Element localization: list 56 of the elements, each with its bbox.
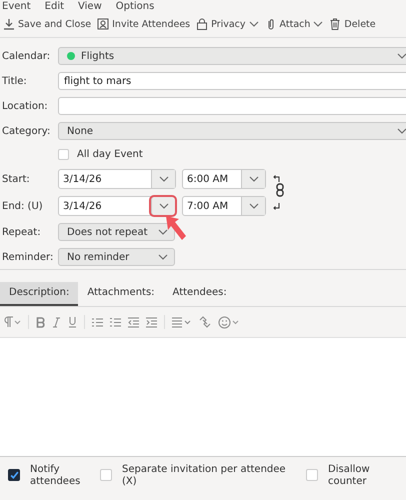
tab[interactable]: Description: [0, 282, 78, 306]
indent-icon[interactable] [146, 316, 157, 328]
checkbox-label: Disallow counter [328, 464, 371, 488]
bold-icon[interactable] [36, 316, 45, 328]
field-label: Title: [2, 76, 28, 86]
italic-icon[interactable] [52, 316, 61, 328]
chevron-down-icon [158, 254, 168, 260]
bullet-list-icon[interactable] [92, 316, 103, 328]
menu-item[interactable]: Event [2, 2, 31, 12]
return-arrow-icon [272, 202, 280, 210]
chevron-down-icon [397, 128, 406, 134]
outdent-icon[interactable] [128, 316, 139, 328]
chevron-down-icon [248, 21, 259, 27]
checkbox-label: Separate invitation per attendee (X) [122, 464, 287, 488]
underline-icon[interactable] [68, 316, 77, 328]
annotation-arrow [165, 215, 187, 241]
field-label: Location: [2, 100, 49, 112]
checkbox-label: All day Event [77, 149, 143, 160]
menu-item[interactable]: Options [116, 2, 154, 12]
field-label: Start: [2, 174, 31, 184]
calendar-dropdown[interactable]: Flights [58, 47, 406, 65]
checkbox[interactable] [8, 469, 20, 481]
lock-icon [196, 18, 208, 30]
checkbox-label: Notify attendees [30, 464, 82, 488]
chevron-down-icon [397, 53, 406, 59]
reminder-dropdown[interactable]: No reminder [58, 248, 175, 266]
toolbar-button[interactable]: Save and Close [2, 16, 92, 32]
chain-link-icon[interactable] [276, 183, 284, 197]
title-field[interactable]: flight to mars [58, 72, 406, 90]
toolbar-button[interactable]: Privacy [195, 16, 260, 32]
menu-item[interactable]: View [78, 2, 102, 12]
field-label: Category: [2, 126, 52, 136]
field-label: Reminder: [2, 252, 54, 262]
tab[interactable]: Attendees: [164, 282, 236, 306]
chevron-down-icon [313, 21, 324, 27]
trash-icon [329, 18, 342, 30]
field-label: End: (U) [2, 200, 44, 212]
link-icon[interactable] [199, 316, 211, 328]
toolbar-button[interactable]: Attach [264, 16, 324, 32]
contact-card-icon [97, 18, 110, 30]
category-dropdown[interactable]: None [58, 122, 406, 140]
download-icon [3, 18, 15, 30]
repeat-dropdown[interactable]: Does not repeat [58, 223, 175, 241]
numbered-list-icon[interactable] [110, 316, 121, 328]
emoji-icon[interactable] [218, 316, 240, 328]
toolbar-button[interactable]: Invite Attendees [96, 16, 192, 32]
menu-item[interactable]: Edit [44, 2, 64, 12]
align-icon[interactable] [172, 316, 192, 328]
toolbar-button[interactable]: Delete [328, 16, 377, 32]
paragraph-format-icon[interactable] [3, 316, 21, 328]
location-field[interactable] [58, 97, 406, 115]
chevron-down-icon [158, 229, 168, 235]
field-label: Calendar: [2, 50, 52, 62]
return-arrow-icon [272, 175, 280, 183]
field-label: Repeat: [2, 226, 42, 238]
tab[interactable]: Attachments: [78, 282, 164, 306]
